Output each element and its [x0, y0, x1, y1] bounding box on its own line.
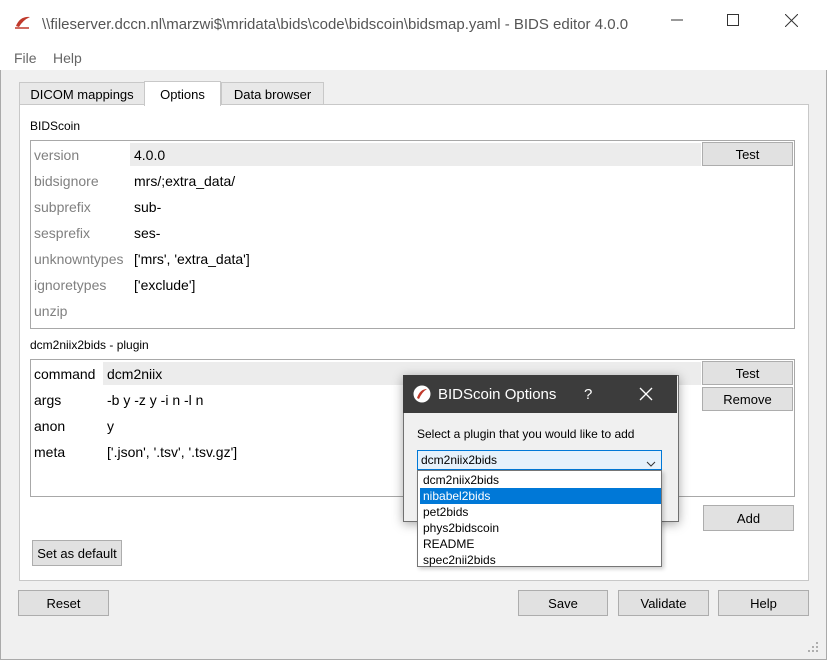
- plugin-remove-button[interactable]: Remove: [702, 387, 793, 411]
- bidscoin-key: unzip: [34, 303, 68, 319]
- resize-grip-icon[interactable]: [806, 640, 820, 654]
- plugin-option[interactable]: phys2bidscoin: [420, 520, 661, 536]
- window-title: \\fileserver.dccn.nl\marzwi$\mridata\bid…: [42, 16, 629, 33]
- bidscoin-key: unknowntypes: [34, 251, 124, 267]
- set-as-default-button[interactable]: Set as default: [32, 540, 122, 566]
- dialog-title: BIDScoin Options: [438, 386, 557, 403]
- bidscoin-test-button[interactable]: Test: [702, 142, 793, 166]
- plugin-option[interactable]: README: [420, 536, 661, 552]
- add-plugin-button[interactable]: Add: [703, 505, 794, 531]
- dialog-prompt: Select a plugin that you would like to a…: [417, 427, 635, 441]
- bidscoin-value[interactable]: ['exclude']: [134, 277, 195, 293]
- plugin-value[interactable]: dcm2niix: [107, 366, 162, 382]
- dialog-close-icon[interactable]: [639, 387, 653, 401]
- plugin-test-button[interactable]: Test: [702, 361, 793, 385]
- plugin-option[interactable]: pet2bids: [420, 504, 661, 520]
- plugin-key: meta: [34, 444, 66, 460]
- tab-dicom-mappings[interactable]: DICOM mappings: [19, 82, 145, 105]
- plugin-key: args: [34, 392, 62, 408]
- save-button[interactable]: Save: [518, 590, 608, 616]
- dialog-logo-icon: [413, 385, 431, 403]
- plugin-option[interactable]: nibabel2bids: [420, 488, 661, 504]
- bidscoin-key: version: [34, 147, 80, 163]
- tab-data-browser[interactable]: Data browser: [221, 82, 324, 105]
- bidscoin-value[interactable]: ['mrs', 'extra_data']: [134, 251, 250, 267]
- bidscoin-key: bidsignore: [34, 173, 99, 189]
- plugin-value[interactable]: ['.json', '.tsv', '.tsv.gz']: [107, 444, 237, 460]
- maximize-button[interactable]: [704, 6, 762, 34]
- tab-options[interactable]: Options: [144, 81, 221, 106]
- menu-help[interactable]: Help: [53, 50, 82, 66]
- bidscoin-key: ignoretypes: [34, 277, 107, 293]
- validate-button[interactable]: Validate: [618, 590, 709, 616]
- plugin-option[interactable]: spec2nii2bids: [420, 552, 661, 568]
- close-button[interactable]: [762, 6, 820, 34]
- plugin-value[interactable]: -b y -z y -i n -l n: [107, 392, 203, 408]
- menu-file[interactable]: File: [14, 50, 37, 66]
- bidscoin-value[interactable]: ses-: [134, 225, 160, 241]
- bidscoin-version-highlight: [130, 143, 701, 166]
- bidscoin-value[interactable]: 4.0.0: [134, 147, 165, 163]
- plugin-group-label: dcm2niix2bids - plugin: [30, 338, 149, 352]
- app-logo-icon: [14, 14, 32, 30]
- chevron-down-icon: [646, 456, 656, 467]
- bidscoin-key: sesprefix: [34, 225, 91, 241]
- dialog-help-icon[interactable]: ?: [584, 386, 592, 403]
- bidscoin-group-label: BIDScoin: [30, 119, 81, 133]
- help-button[interactable]: Help: [718, 590, 809, 616]
- plugin-key: anon: [34, 418, 66, 434]
- reset-button[interactable]: Reset: [18, 590, 109, 616]
- plugin-option[interactable]: dcm2niix2bids: [420, 472, 661, 488]
- plugin-value[interactable]: y: [107, 418, 114, 434]
- minimize-button[interactable]: [648, 6, 706, 34]
- plugin-key: command: [34, 366, 96, 382]
- plugin-select-value: dcm2niix2bids: [421, 453, 498, 467]
- menu-bar: [0, 40, 827, 70]
- bidscoin-value[interactable]: mrs/;extra_data/: [134, 173, 235, 189]
- bidscoin-key: subprefix: [34, 199, 91, 215]
- bidscoin-value[interactable]: sub-: [134, 199, 161, 215]
